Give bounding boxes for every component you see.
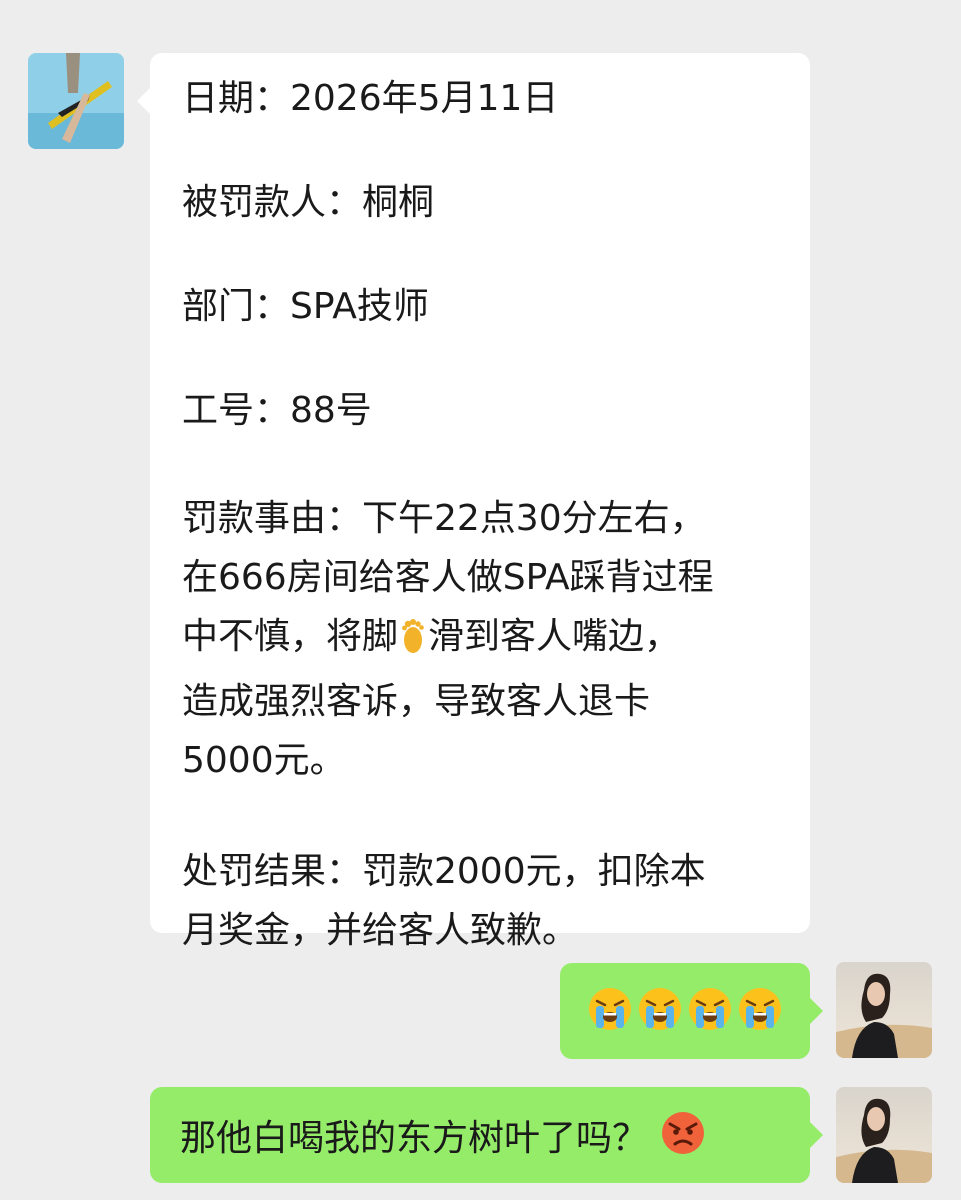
department-line: 部门：SPA技师 — [182, 286, 429, 327]
reply-text: 那他白喝我的东方树叶了吗？ — [180, 1118, 649, 1159]
sender-avatar[interactable] — [28, 53, 124, 149]
employee-number-line: 工号：88号 — [182, 390, 372, 431]
reason-line: 5000元。 — [182, 740, 346, 781]
reason-line: 罚款事由：下午22点30分左右， — [182, 498, 706, 539]
reason-line: 在666房间给客人做SPA踩背过程 — [182, 557, 714, 598]
reason-line-part: 滑到客人嘴边， — [428, 616, 681, 657]
date-line: 日期：2026年5月11日 — [182, 78, 559, 119]
loudly-crying-face-icon — [737, 986, 783, 1036]
penalty-reason: 罚款事由：下午22点30分左右， 在666房间给客人做SPA踩背过程 中不慎，将… — [182, 489, 780, 790]
outgoing-reply-bubble[interactable]: 那他白喝我的东方树叶了吗？ — [150, 1087, 823, 1183]
self-avatar[interactable] — [836, 1087, 932, 1183]
loudly-crying-face-icon — [587, 986, 633, 1036]
foot-icon — [398, 613, 428, 672]
loudly-crying-face-icon — [687, 986, 733, 1036]
reason-line: 中不慎，将脚 滑到客人嘴边， — [182, 607, 780, 672]
self-avatar[interactable] — [836, 962, 932, 1058]
reason-line-part: 中不慎，将脚 — [182, 616, 399, 657]
incoming-message-bubble[interactable]: 日期：2026年5月11日 被罚款人：桐桐 部门：SPA技师 工号：88号 罚款… — [137, 53, 810, 951]
penalty-result: 处罚结果：罚款2000元，扣除本 月奖金，并给客人致歉。 — [182, 842, 780, 960]
angry-face-icon — [660, 1110, 706, 1160]
penalized-person-line: 被罚款人：桐桐 — [182, 182, 435, 223]
result-line: 处罚结果：罚款2000元，扣除本 — [182, 851, 706, 892]
loudly-crying-face-icon — [637, 986, 683, 1036]
outgoing-emoji-bubble[interactable] — [560, 963, 823, 1059]
result-line: 月奖金，并给客人致歉。 — [182, 910, 579, 951]
reason-line: 造成强烈客诉，导致客人退卡 — [182, 681, 651, 722]
